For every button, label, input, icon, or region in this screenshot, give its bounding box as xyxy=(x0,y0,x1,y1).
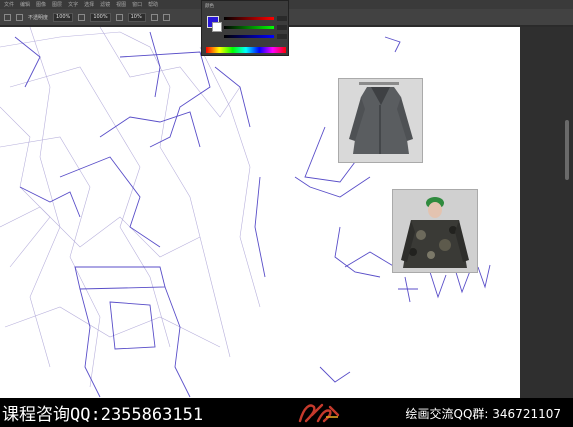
menu-item-edit[interactable]: 编辑 xyxy=(20,1,30,8)
brush-tool-icon[interactable] xyxy=(4,13,11,21)
background-color-swatch[interactable] xyxy=(212,22,222,32)
smoothing-field[interactable]: 10% xyxy=(127,12,146,22)
green-slider[interactable] xyxy=(224,26,274,29)
pressure-size-icon[interactable] xyxy=(162,13,170,21)
menu-item-file[interactable]: 文件 xyxy=(4,1,14,8)
grey-coat-reference-image xyxy=(338,78,423,163)
color-panel: 颜色 xyxy=(201,0,289,56)
menu-item-image[interactable]: 图像 xyxy=(36,1,46,8)
pressure-opacity-icon[interactable] xyxy=(78,13,86,21)
menu-item-view[interactable]: 视图 xyxy=(116,1,126,8)
document-canvas[interactable] xyxy=(0,27,520,398)
brush-preset-icon[interactable] xyxy=(16,13,23,21)
vertical-scrollbar[interactable] xyxy=(565,120,569,180)
color-panel-title: 颜色 xyxy=(205,4,214,9)
color-spectrum-bar[interactable] xyxy=(206,47,286,53)
flow-field[interactable]: 100% xyxy=(90,12,111,22)
menu-item-type[interactable]: 文字 xyxy=(68,1,78,8)
green-value-field[interactable] xyxy=(277,25,287,30)
menu-item-filter[interactable]: 滤镜 xyxy=(100,1,110,8)
qq-group-text: 绘画交流QQ群: 346721107 xyxy=(405,407,561,421)
menu-item-layer[interactable]: 图层 xyxy=(52,1,62,8)
menu-item-select[interactable]: 选择 xyxy=(84,1,94,8)
blue-slider[interactable] xyxy=(224,35,274,38)
watermark-bar: 课程咨询QQ:2355863151 绘画交流QQ群: 346721107 xyxy=(0,398,573,427)
menu-item-window[interactable]: 窗口 xyxy=(132,1,142,8)
opacity-field[interactable]: 100% xyxy=(53,12,74,22)
blue-value-field[interactable] xyxy=(277,34,287,39)
red-value-field[interactable] xyxy=(277,16,287,21)
opacity-label: 不透明度 xyxy=(28,14,49,21)
brand-logo xyxy=(298,403,340,423)
menu-item-help[interactable]: 帮助 xyxy=(148,1,158,8)
red-slider[interactable] xyxy=(224,17,274,20)
course-consult-text: 课程咨询QQ:2355863151 xyxy=(2,405,204,425)
airbrush-icon[interactable] xyxy=(115,13,123,21)
workspace-background xyxy=(520,27,573,398)
camo-jacket-reference-image xyxy=(392,189,478,273)
gear-icon[interactable] xyxy=(150,13,158,21)
